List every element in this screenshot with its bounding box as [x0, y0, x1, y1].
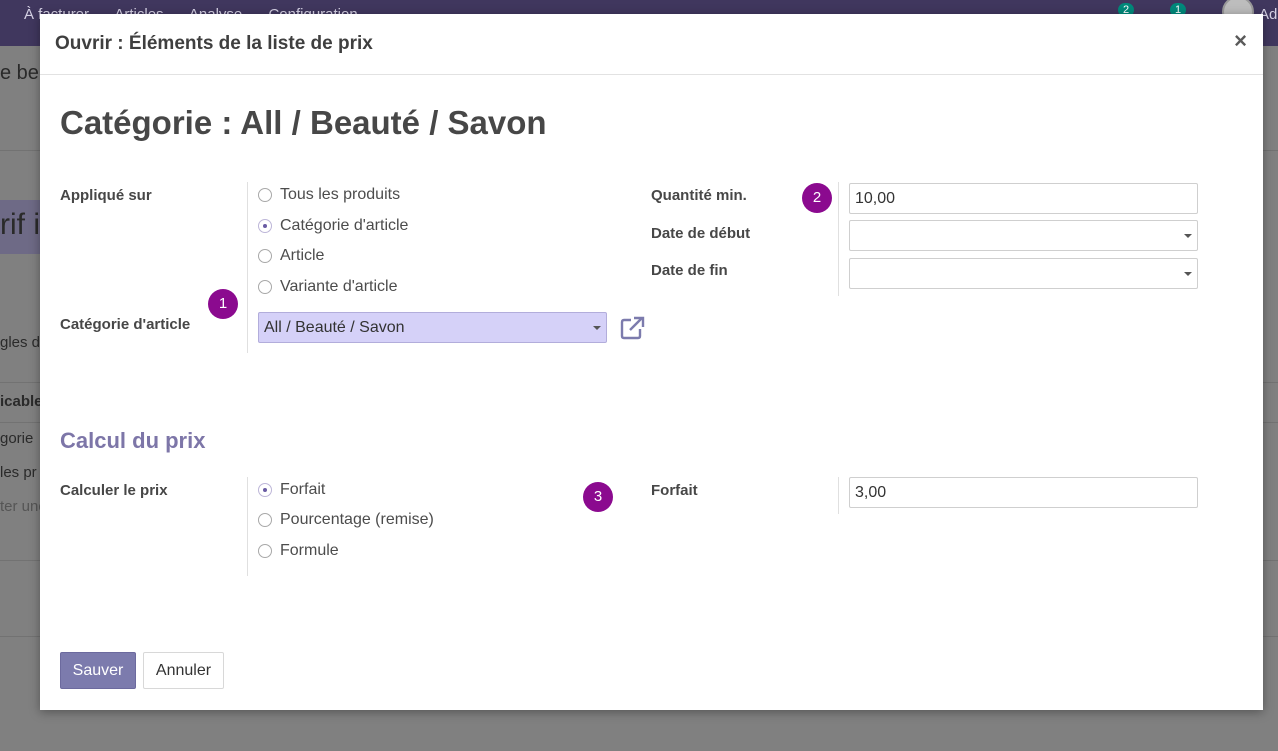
radio-label: Formule — [280, 542, 339, 559]
applied-on-label: Appliqué sur — [60, 187, 152, 204]
radio-label: Tous les produits — [280, 186, 401, 203]
field-divider — [247, 182, 248, 353]
category-select[interactable]: All / Beauté / Savon — [258, 312, 607, 343]
price-computation-title: Calcul du prix — [60, 428, 206, 453]
radio-label: Catégorie d'article — [280, 217, 409, 234]
radio-button[interactable] — [258, 249, 272, 263]
radio-product-category[interactable]: Catégorie d'article — [258, 216, 408, 236]
date-start-input[interactable] — [849, 220, 1198, 251]
radio-fixed-price[interactable]: Forfait — [258, 480, 325, 500]
cancel-button[interactable]: Annuler — [143, 652, 224, 689]
radio-label: Pourcentage (remise) — [280, 511, 434, 528]
category-value: All / Beauté / Savon — [264, 319, 405, 336]
radio-label: Forfait — [280, 481, 326, 498]
fixed-price-input[interactable]: 3,00 — [849, 477, 1198, 508]
background-text: rif i — [0, 208, 40, 241]
radio-product-variant[interactable]: Variante d'article — [258, 277, 397, 297]
radio-label: Article — [280, 247, 325, 264]
background-text: les pr — [0, 464, 37, 481]
background-text: e be — [0, 62, 39, 84]
min-qty-label: Quantité min. — [651, 187, 747, 204]
background-text: icable — [0, 393, 40, 410]
annotation-marker: 3 — [583, 482, 613, 512]
modal-header: Ouvrir : Éléments de la liste de prix × — [40, 14, 1263, 75]
chevron-down-icon — [593, 326, 601, 330]
pricelist-item-dialog: Ouvrir : Éléments de la liste de prix × … — [40, 14, 1263, 710]
date-end-input[interactable] — [849, 258, 1198, 289]
min-qty-input[interactable]: 10,00 — [849, 183, 1198, 214]
field-divider — [247, 477, 248, 576]
annotation-marker: 1 — [208, 289, 238, 319]
date-start-label: Date de début — [651, 225, 751, 242]
radio-button[interactable] — [258, 544, 272, 558]
save-button[interactable]: Sauver — [60, 652, 136, 689]
close-icon[interactable]: × — [1234, 30, 1247, 52]
compute-price-label: Calculer le prix — [60, 482, 168, 499]
field-divider — [838, 477, 839, 514]
field-divider — [838, 182, 839, 296]
radio-button[interactable] — [258, 188, 272, 202]
radio-product[interactable]: Article — [258, 246, 324, 266]
fixed-price-label: Forfait — [651, 482, 698, 499]
category-label: Catégorie d'article — [60, 316, 191, 333]
radio-formula[interactable]: Formule — [258, 541, 339, 561]
chevron-down-icon — [1184, 234, 1192, 238]
radio-button[interactable] — [258, 483, 272, 497]
min-qty-value: 10,00 — [855, 190, 896, 207]
radio-button[interactable] — [258, 280, 272, 294]
modal-title: Ouvrir : Éléments de la liste de prix — [55, 33, 373, 54]
radio-all-products[interactable]: Tous les produits — [258, 185, 400, 205]
date-end-label: Date de fin — [651, 262, 728, 279]
record-title: Catégorie : All / Beauté / Savon — [60, 104, 547, 141]
radio-button[interactable] — [258, 513, 272, 527]
radio-label: Variante d'article — [280, 278, 398, 295]
external-link-icon[interactable] — [620, 316, 646, 340]
background-text: gles d — [0, 334, 40, 351]
fixed-price-value: 3,00 — [855, 484, 887, 501]
background-text: gorie — [0, 430, 34, 447]
background-text: ter une — [0, 498, 40, 515]
radio-percentage[interactable]: Pourcentage (remise) — [258, 510, 434, 530]
annotation-marker: 2 — [802, 183, 832, 213]
chevron-down-icon — [1184, 272, 1192, 276]
radio-button[interactable] — [258, 219, 272, 233]
